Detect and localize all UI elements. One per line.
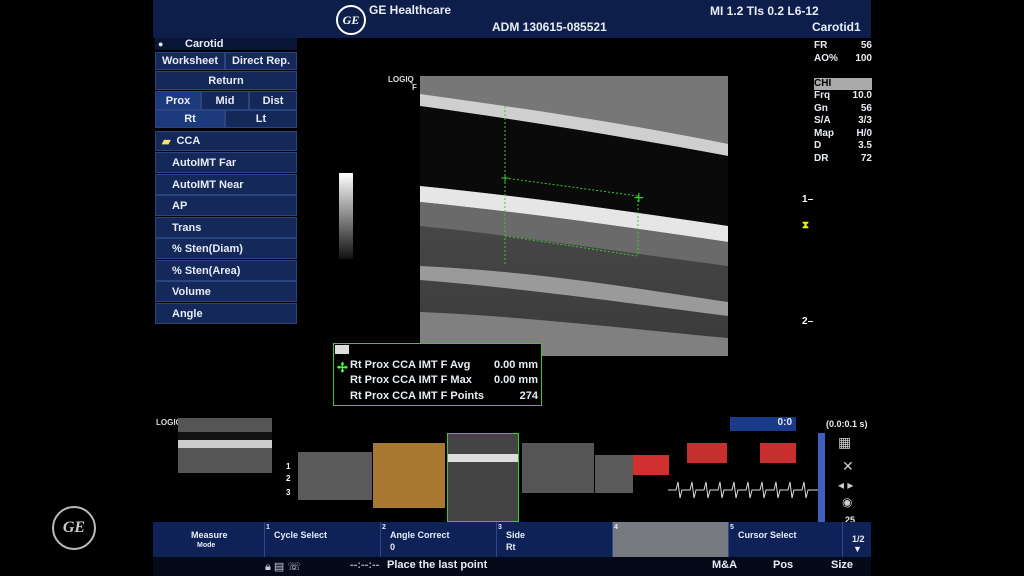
trackball-icon[interactable]: ◉ (842, 495, 852, 509)
results-tag-icon (335, 345, 349, 354)
param-row: Map H/0 (814, 127, 872, 139)
cine-thumb[interactable] (633, 455, 669, 475)
menu-item-ap[interactable]: AP (155, 195, 297, 216)
network-icon: ▤ (273, 561, 285, 573)
return-button[interactable]: Return (155, 71, 297, 90)
cine-counter: 0:0 (730, 417, 796, 431)
thumb-depth-3: 3 (286, 488, 291, 497)
folder-icon: ▰ (162, 135, 171, 148)
tab-pos[interactable]: Pos (773, 559, 793, 571)
menu-item-trans[interactable]: Trans (155, 217, 297, 238)
brand-name: GE Healthcare (369, 3, 452, 17)
side-button[interactable]: 3 Side Rt (497, 522, 613, 557)
cursor-select-button[interactable]: 5 Cursor Select (729, 522, 843, 557)
thumb-depth-1: 1 (286, 462, 291, 471)
menu-item-angle[interactable]: Angle (155, 303, 297, 324)
param-row: Frq 10.0 (814, 90, 872, 101)
tab-ma[interactable]: M&A (712, 559, 737, 571)
ge-watermark-logo: GE (52, 506, 96, 550)
chevron-down-icon: ▼ (853, 544, 862, 554)
menu-item-sten-diam[interactable]: % Sten(Diam) (155, 238, 297, 259)
tab-lt[interactable]: Lt (225, 110, 297, 128)
grayscale-bar (339, 173, 353, 259)
worksheet-button[interactable]: Worksheet (155, 52, 225, 70)
tab-mid[interactable]: Mid (201, 91, 249, 110)
param-panel: FR 56 AO% 100 CHI Frq 10.0 Gn 56 S/A 3/3 Map H… (814, 40, 872, 165)
cca-folder[interactable]: ▰ CCA (155, 131, 297, 151)
param-row: DR 72 (814, 152, 872, 164)
direct-report-button[interactable]: Direct Rep. (225, 52, 297, 70)
cine-thumb[interactable] (760, 443, 796, 463)
focus-marker-icon: ⧗ (802, 220, 810, 231)
status-time: --:--:-- (350, 559, 380, 571)
ge-logo-icon: GE (336, 5, 366, 35)
cine-thumb[interactable] (687, 443, 727, 463)
ultrasound-image[interactable]: + + (420, 76, 728, 356)
cine-thumb[interactable] (298, 452, 372, 500)
preset-name: Carotid1 (812, 20, 861, 34)
menu-item-sten-area[interactable]: % Sten(Area) (155, 260, 297, 281)
ecg-trace (668, 481, 818, 499)
bullet-icon: ● (158, 39, 164, 49)
menu-title: ● Carotid (155, 38, 297, 50)
cine-scrollbar[interactable] (818, 433, 825, 523)
param-row: Gn 56 (814, 102, 872, 114)
patient-id: ADM 130615-085521 (492, 20, 607, 34)
menu-item-autoimt-far[interactable]: AutoIMT Far (155, 152, 297, 173)
phone-icon: ☏ (287, 561, 302, 573)
menu-item-autoimt-near[interactable]: AutoIMT Near (155, 174, 297, 195)
softkey-4-button[interactable]: 4 (613, 522, 729, 557)
cycle-select-button[interactable]: 1 Cycle Select (265, 522, 381, 557)
keypad-icon[interactable]: ▦ (838, 434, 851, 451)
param-row: S/A 3/3 (814, 115, 872, 126)
tab-dist[interactable]: Dist (249, 91, 297, 110)
cine-thumb-selected[interactable] (447, 433, 519, 522)
param-row: CHI (814, 77, 872, 90)
lock-icon: 🔒︎ (265, 561, 271, 573)
svg-text:+: + (633, 190, 645, 206)
logiq-label: LOGIQ F (388, 75, 417, 92)
cine-thumb[interactable] (522, 443, 594, 493)
cine-speed: (0.0:0.1 s) (826, 419, 868, 429)
angle-correct-button[interactable]: 2 Angle Correct 0 (381, 522, 497, 557)
status-bar (153, 557, 871, 576)
cine-thumb[interactable] (595, 455, 633, 493)
thumb-depth-2: 2 (286, 474, 291, 483)
close-icon[interactable]: ✕ (842, 458, 854, 475)
results-box: ✢ Rt Prox CCA IMT F Avg Rt Prox CCA IMT … (333, 343, 542, 406)
cine-thumb[interactable] (178, 418, 272, 473)
menu-item-volume[interactable]: Volume (155, 281, 297, 302)
tab-prox[interactable]: Prox (155, 91, 201, 110)
svg-text:+: + (500, 171, 510, 185)
page-button[interactable]: 1/2 ▼ (843, 522, 871, 557)
result-values: 0.00 mm 0.00 mm 274 (493, 359, 538, 402)
param-row: FR 56 (814, 40, 872, 51)
measure-mode-button[interactable]: Measure Mode (153, 522, 265, 557)
cine-thumb[interactable] (373, 443, 445, 508)
tab-rt[interactable]: Rt (155, 110, 225, 128)
param-row: AO% 100 (814, 52, 872, 64)
arrows-icon[interactable]: ◂ ▸ (838, 478, 853, 492)
status-icons: 🔒︎ ▤ ☏ (265, 560, 301, 574)
depth-marker-2: 2– (802, 316, 814, 327)
depth-marker-1: 1– (802, 194, 814, 205)
tab-size[interactable]: Size (831, 559, 853, 571)
status-message: Place the last point (387, 559, 488, 571)
param-row: D 3.5 (814, 140, 872, 151)
param-row (814, 65, 872, 78)
mi-tis-readout: MI 1.2 TIs 0.2 L6-12 (710, 4, 819, 18)
cursor-cross-icon: ✢ (337, 360, 348, 375)
